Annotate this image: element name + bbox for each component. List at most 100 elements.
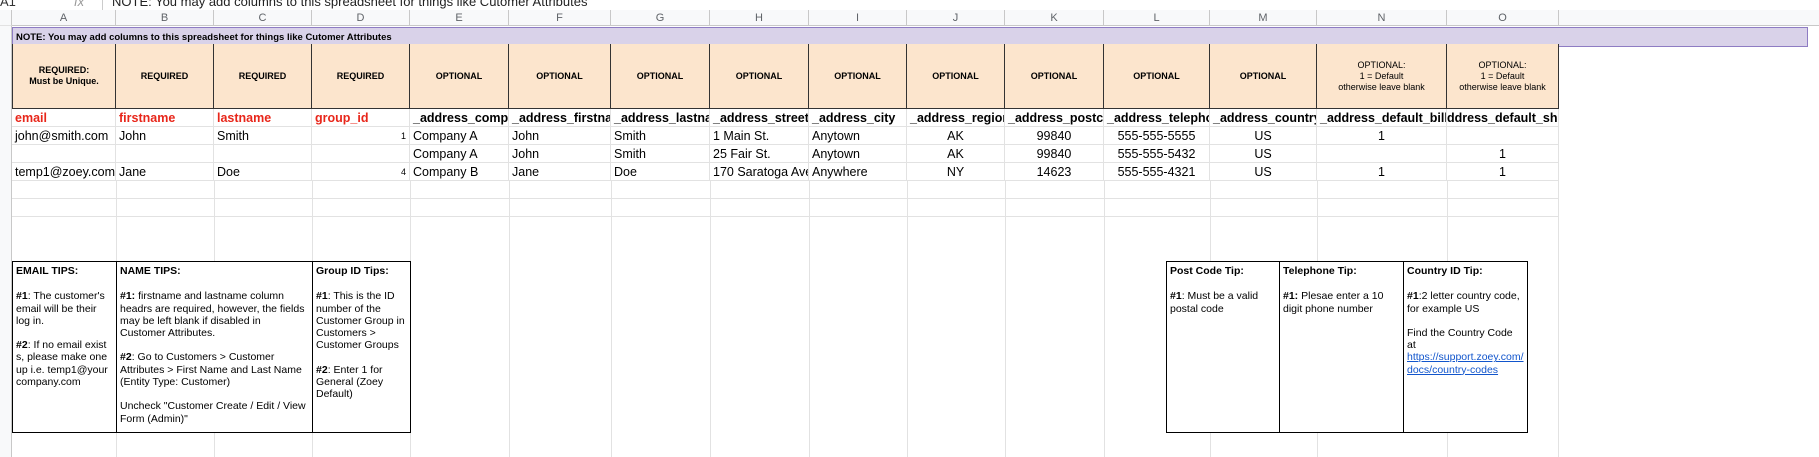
cell-address-firstname[interactable]: John bbox=[509, 145, 611, 163]
req-label-d: REQUIRED bbox=[336, 70, 385, 81]
field-address-country-id[interactable]: _address_country_id bbox=[1210, 109, 1317, 127]
field-address-firstname[interactable]: _address_firstname bbox=[509, 109, 611, 127]
email-tip-2-num: #2 bbox=[16, 339, 28, 352]
cell-group-id[interactable] bbox=[312, 145, 410, 163]
column-header-n[interactable]: N bbox=[1317, 10, 1447, 26]
cell-address-street[interactable]: 25 Fair St. bbox=[710, 145, 809, 163]
field-address-lastname[interactable]: _address_lastname bbox=[611, 109, 710, 127]
cell-default-shipping[interactable]: 1 bbox=[1447, 163, 1559, 181]
cell-address-telephone[interactable]: 555-555-5555 bbox=[1104, 127, 1210, 145]
cell-firstname[interactable]: Jane bbox=[116, 163, 214, 181]
cell-address-postcode[interactable]: 99840 bbox=[1005, 127, 1104, 145]
cell-default-shipping[interactable] bbox=[1447, 127, 1559, 145]
cell-address-street[interactable]: 170 Saratoga Ave. bbox=[710, 163, 809, 181]
cell-address-telephone[interactable]: 555-555-4321 bbox=[1104, 163, 1210, 181]
empty-cells[interactable] bbox=[12, 199, 1559, 217]
cell-default-billing[interactable] bbox=[1317, 145, 1447, 163]
cell-address-firstname[interactable]: Jane bbox=[509, 163, 611, 181]
cell-email[interactable]: john@smith.com bbox=[12, 127, 116, 145]
field-address-postcode[interactable]: _address_postcode bbox=[1005, 109, 1104, 127]
req-cell-c[interactable]: REQUIRED bbox=[214, 44, 312, 109]
field-firstname[interactable]: firstname bbox=[116, 109, 214, 127]
cell-firstname[interactable] bbox=[116, 145, 214, 163]
field-address-region[interactable]: _address_region bbox=[907, 109, 1005, 127]
req-cell-h[interactable]: OPTIONAL bbox=[710, 44, 809, 109]
cell-group-id[interactable]: 4 bbox=[312, 163, 410, 181]
req-cell-g[interactable]: OPTIONAL bbox=[611, 44, 710, 109]
field-address-telephone[interactable]: _address_telephone bbox=[1104, 109, 1210, 127]
req-cell-i[interactable]: OPTIONAL bbox=[809, 44, 907, 109]
column-header-i[interactable]: I bbox=[809, 10, 907, 26]
cell-address-country-id[interactable]: US bbox=[1210, 145, 1317, 163]
column-header-l[interactable]: L bbox=[1104, 10, 1210, 26]
column-header-b[interactable]: B bbox=[116, 10, 214, 26]
cell-address-company[interactable]: Company A bbox=[410, 145, 509, 163]
req-cell-b[interactable]: REQUIRED bbox=[116, 44, 214, 109]
column-header-k[interactable]: K bbox=[1005, 10, 1104, 26]
req-cell-m[interactable]: OPTIONAL bbox=[1210, 44, 1317, 109]
column-header-h[interactable]: H bbox=[710, 10, 809, 26]
req-cell-o[interactable]: OPTIONAL: 1 = Default otherwise leave bl… bbox=[1447, 44, 1559, 109]
req-cell-k[interactable]: OPTIONAL bbox=[1005, 44, 1104, 109]
empty-cells[interactable] bbox=[12, 181, 1559, 199]
cell-lastname[interactable] bbox=[214, 145, 312, 163]
column-header-a[interactable]: A bbox=[12, 10, 116, 26]
req-cell-n[interactable]: OPTIONAL: 1 = Default otherwise leave bl… bbox=[1317, 44, 1447, 109]
column-header-g[interactable]: G bbox=[611, 10, 710, 26]
req-cell-f[interactable]: OPTIONAL bbox=[509, 44, 611, 109]
field-email[interactable]: email bbox=[12, 109, 116, 127]
column-header-c[interactable]: C bbox=[214, 10, 312, 26]
field-address-street[interactable]: _address_street bbox=[710, 109, 809, 127]
cell-firstname[interactable]: John bbox=[116, 127, 214, 145]
cell-group-id[interactable]: 1 bbox=[312, 127, 410, 145]
cell-address-postcode[interactable]: 99840 bbox=[1005, 145, 1104, 163]
table-row: temp1@zoey.com Jane Doe 4 Company B Jane… bbox=[0, 163, 1819, 181]
cell-address-telephone[interactable]: 555-555-5432 bbox=[1104, 145, 1210, 163]
field-default-shipping[interactable]: ddress_default_shipping_ bbox=[1447, 109, 1559, 127]
cell-address-region[interactable]: AK bbox=[907, 145, 1005, 163]
cell-address-region[interactable]: NY bbox=[907, 163, 1005, 181]
field-lastname[interactable]: lastname bbox=[214, 109, 312, 127]
country-codes-link[interactable]: https://support.zoey.com/docs/country-co… bbox=[1407, 351, 1524, 376]
column-header-m[interactable]: M bbox=[1210, 10, 1317, 26]
cell-address-country-id[interactable]: US bbox=[1210, 163, 1317, 181]
field-default-billing[interactable]: _address_default_billing_ bbox=[1317, 109, 1447, 127]
cell-address-lastname[interactable]: Smith bbox=[611, 127, 710, 145]
cell-email[interactable]: temp1@zoey.com bbox=[12, 163, 116, 181]
cell-address-country-id[interactable]: US bbox=[1210, 127, 1317, 145]
cell-address-firstname[interactable]: John bbox=[509, 127, 611, 145]
cell-address-lastname[interactable]: Smith bbox=[611, 145, 710, 163]
column-header-f[interactable]: F bbox=[509, 10, 611, 26]
cell-reference[interactable]: A1 bbox=[0, 0, 16, 9]
formula-input[interactable]: NOTE: You may add columns to this spread… bbox=[112, 0, 587, 9]
field-address-company[interactable]: _address_company bbox=[410, 109, 509, 127]
cell-address-city[interactable]: Anywhere bbox=[809, 163, 907, 181]
cell-lastname[interactable]: Doe bbox=[214, 163, 312, 181]
cell-lastname[interactable]: Smith bbox=[214, 127, 312, 145]
req-cell-e[interactable]: OPTIONAL bbox=[410, 44, 509, 109]
cell-address-street[interactable]: 1 Main St. bbox=[710, 127, 809, 145]
field-address-city[interactable]: _address_city bbox=[809, 109, 907, 127]
cell-address-company[interactable]: Company A bbox=[410, 127, 509, 145]
cell-email[interactable] bbox=[12, 145, 116, 163]
cell-address-company[interactable]: Company B bbox=[410, 163, 509, 181]
cell-address-lastname[interactable]: Doe bbox=[611, 163, 710, 181]
cell-address-postcode[interactable]: 14623 bbox=[1005, 163, 1104, 181]
column-header-o[interactable]: O bbox=[1447, 10, 1559, 26]
cell-default-billing[interactable]: 1 bbox=[1317, 163, 1447, 181]
cell-address-city[interactable]: Anytown bbox=[809, 127, 907, 145]
select-all-corner[interactable] bbox=[0, 10, 12, 26]
req-cell-j[interactable]: OPTIONAL bbox=[907, 44, 1005, 109]
column-header-j[interactable]: J bbox=[907, 10, 1005, 26]
req-cell-a[interactable]: REQUIRED: Must be Unique. bbox=[12, 44, 116, 109]
req-cell-l[interactable]: OPTIONAL bbox=[1104, 44, 1210, 109]
cell-default-billing[interactable]: 1 bbox=[1317, 127, 1447, 145]
column-header-d[interactable]: D bbox=[312, 10, 410, 26]
column-header-e[interactable]: E bbox=[410, 10, 509, 26]
cell-default-shipping[interactable]: 1 bbox=[1447, 145, 1559, 163]
cell-address-city[interactable]: Anytown bbox=[809, 145, 907, 163]
req-cell-d[interactable]: REQUIRED bbox=[312, 44, 410, 109]
cell-address-region[interactable]: AK bbox=[907, 127, 1005, 145]
field-group-id[interactable]: group_id bbox=[312, 109, 410, 127]
email-tip-1-num: #1 bbox=[16, 290, 28, 303]
